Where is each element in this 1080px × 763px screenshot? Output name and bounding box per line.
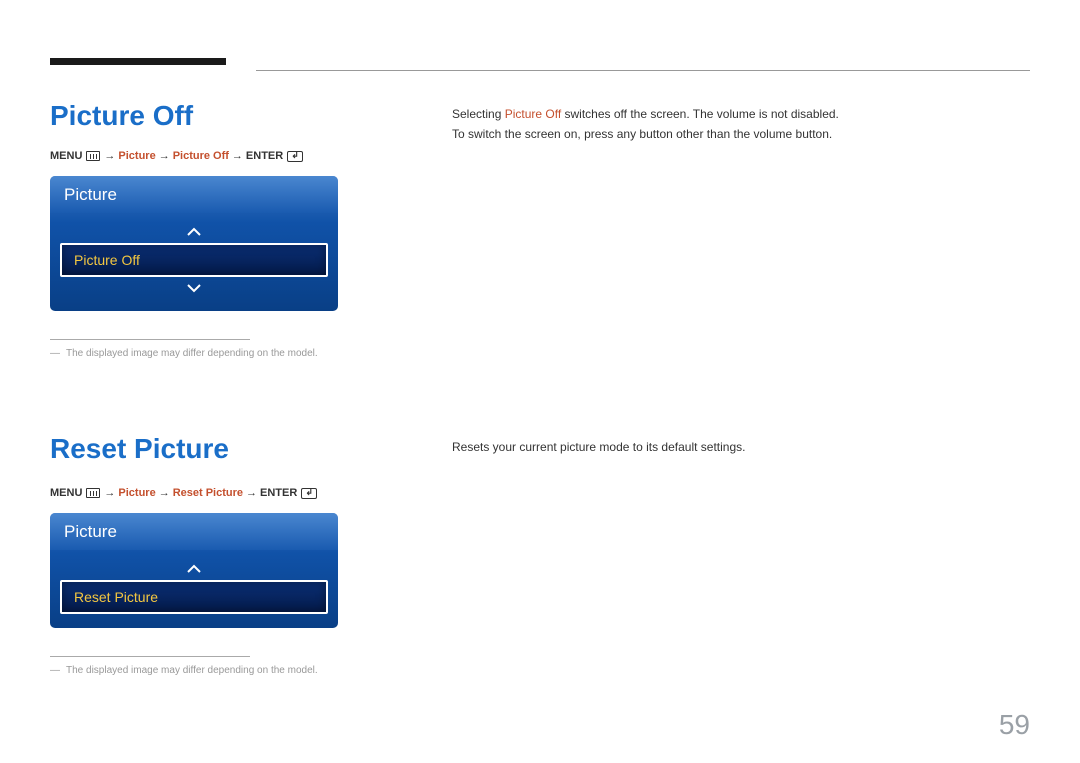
menu-icon: [86, 488, 100, 498]
footnote: ― The displayed image may differ dependi…: [50, 348, 396, 359]
section-reset-picture: Reset Picture MENU → Picture → Reset Pic…: [50, 433, 1030, 676]
menu-icon: [86, 151, 100, 161]
menu-path: MENU → Picture → Picture Off → ENTER: [50, 150, 396, 162]
menu-label: MENU: [50, 487, 82, 499]
arrow-icon: →: [104, 150, 115, 162]
top-accent-bar: [50, 58, 226, 65]
left-column: Picture Off MENU → Picture → Picture Off…: [50, 100, 396, 359]
left-column: Reset Picture MENU → Picture → Reset Pic…: [50, 433, 396, 676]
path-step: Picture: [118, 150, 155, 162]
chevron-up-icon: [50, 558, 338, 580]
footnote-text: The displayed image may differ depending…: [66, 348, 318, 359]
description-line: Resets your current picture mode to its …: [452, 437, 1030, 457]
enter-icon: [287, 151, 303, 162]
menu-label: MENU: [50, 150, 82, 162]
path-step: Picture Off: [173, 150, 229, 162]
osd-selected-item: Reset Picture: [60, 580, 328, 614]
section-title: Picture Off: [50, 100, 396, 132]
osd-header: Picture: [50, 176, 338, 213]
chevron-down-icon: [50, 277, 338, 299]
page-number: 59: [999, 709, 1030, 741]
arrow-icon: →: [159, 150, 170, 162]
footnote-text: The displayed image may differ depending…: [66, 665, 318, 676]
osd-header: Picture: [50, 513, 338, 550]
top-horizontal-rule: [256, 70, 1030, 71]
chevron-up-icon: [50, 221, 338, 243]
section-title: Reset Picture: [50, 433, 396, 465]
description-line: To switch the screen on, press any butto…: [452, 124, 1030, 144]
osd-selected-item: Picture Off: [60, 243, 328, 277]
arrow-icon: →: [232, 150, 243, 162]
enter-label: ENTER: [246, 150, 283, 162]
description-line: Selecting Picture Off switches off the s…: [452, 104, 1030, 124]
path-step: Picture: [118, 487, 155, 499]
osd-panel: Picture Picture Off: [50, 176, 338, 311]
arrow-icon: →: [246, 487, 257, 499]
osd-body: Reset Picture: [50, 550, 338, 628]
osd-body: Picture Off: [50, 213, 338, 311]
dash-icon: ―: [50, 348, 60, 359]
osd-panel: Picture Reset Picture: [50, 513, 338, 628]
menu-path: MENU → Picture → Reset Picture → ENTER: [50, 487, 396, 499]
footnote: ― The displayed image may differ dependi…: [50, 665, 396, 676]
page-container: Picture Off MENU → Picture → Picture Off…: [0, 0, 1080, 58]
right-column: Selecting Picture Off switches off the s…: [452, 100, 1030, 359]
path-step: Reset Picture: [173, 487, 243, 499]
enter-label: ENTER: [260, 487, 297, 499]
footnote-rule: [50, 339, 250, 340]
content-area: Picture Off MENU → Picture → Picture Off…: [50, 100, 1030, 676]
arrow-icon: →: [159, 487, 170, 499]
dash-icon: ―: [50, 665, 60, 676]
footnote-rule: [50, 656, 250, 657]
section-picture-off: Picture Off MENU → Picture → Picture Off…: [50, 100, 1030, 359]
arrow-icon: →: [104, 487, 115, 499]
right-column: Resets your current picture mode to its …: [452, 433, 1030, 676]
enter-icon: [301, 488, 317, 499]
